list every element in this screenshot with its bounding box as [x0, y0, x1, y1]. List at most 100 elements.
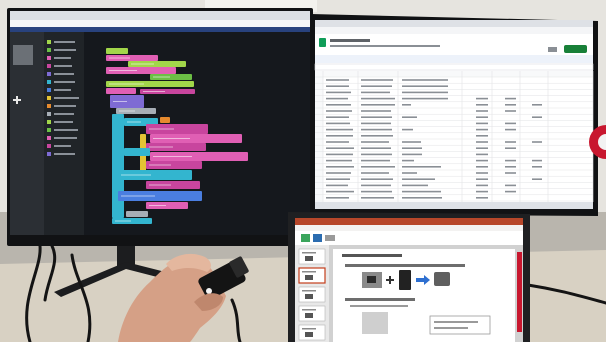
- category-label: [54, 113, 74, 115]
- cell-text: [361, 91, 390, 94]
- sheet-tabs-bar: [315, 202, 593, 209]
- cell-number: [505, 128, 516, 131]
- cell-text: [402, 104, 411, 106]
- cell-number: [505, 122, 516, 125]
- category-color-icon: [47, 56, 51, 60]
- cell-text: [402, 85, 448, 87]
- cell-text: [361, 166, 395, 168]
- category-color-icon: [47, 72, 51, 76]
- cell-text: [402, 172, 417, 174]
- cell-number: [476, 159, 488, 162]
- cell-text: [402, 79, 448, 81]
- cell-text: [402, 116, 417, 118]
- code-block-label: [149, 146, 173, 148]
- category-label: [54, 81, 75, 83]
- slide-bullet-1: [345, 264, 465, 267]
- cell-text: [361, 153, 392, 156]
- cell-text: [326, 85, 349, 87]
- cell-text: [402, 159, 414, 162]
- ribbon-green-icon: [301, 234, 310, 242]
- cell-text: [326, 135, 353, 137]
- cell-text: [326, 172, 351, 174]
- code-block-label: [149, 205, 166, 206]
- cell-text: [402, 91, 448, 94]
- cell-number: [476, 97, 488, 100]
- category-color-icon: [47, 152, 51, 156]
- code-block-label: [153, 76, 170, 78]
- cell-text: [361, 159, 390, 162]
- code-block-label: [149, 164, 171, 166]
- thumbnail-title: [302, 252, 316, 254]
- cell-number: [505, 147, 516, 149]
- code-block-label: [113, 101, 127, 102]
- cell-text: [361, 85, 392, 87]
- desk-workstation-photo: [0, 0, 606, 342]
- code-block-label: [149, 128, 174, 130]
- category-color-icon: [47, 112, 51, 116]
- cell-number: [532, 159, 542, 162]
- code-block: [124, 148, 150, 156]
- thumbnail-title: [302, 328, 316, 330]
- category-color-icon: [47, 80, 51, 84]
- cell-text: [361, 184, 391, 187]
- cell-text: [402, 184, 428, 187]
- ribbon-gray-icon: [325, 235, 335, 241]
- editor-category-panel: [44, 32, 84, 235]
- cell-number: [505, 97, 516, 100]
- cell-number: [505, 110, 516, 112]
- cell-text: [402, 190, 441, 193]
- cell-number: [532, 104, 542, 106]
- cell-text: [326, 128, 353, 131]
- sheet-browser-tabs: [315, 20, 593, 27]
- category-label: [54, 153, 75, 155]
- sheet-menu-bar: [330, 45, 440, 47]
- cell-text: [326, 197, 349, 199]
- code-block-label: [109, 70, 137, 71]
- code-block: [160, 117, 170, 123]
- formula-bar: [314, 63, 594, 71]
- cell-text: [361, 104, 395, 106]
- code-block-label: [119, 110, 135, 112]
- code-block-label: [121, 195, 155, 197]
- cell-text: [402, 128, 413, 131]
- cell-text: [326, 91, 351, 94]
- editor-header-bar: [10, 27, 310, 32]
- code-block-label: [109, 83, 144, 85]
- slide: [333, 249, 515, 342]
- cell-text: [361, 97, 395, 100]
- slide-text-box-line-1: [434, 321, 478, 323]
- cell-text: [402, 97, 448, 100]
- slide-image-photo: [362, 312, 388, 334]
- category-color-icon: [47, 104, 51, 108]
- cell-text: [326, 97, 348, 100]
- cell-text: [326, 104, 351, 106]
- share-button: [564, 45, 587, 53]
- cell-text: [361, 122, 391, 125]
- cell-number: [476, 104, 488, 106]
- cell-number: [476, 147, 488, 149]
- category-label: [54, 105, 76, 107]
- cell-number: [505, 166, 516, 168]
- category-label: [54, 129, 78, 131]
- slide-image-board-chip: [367, 276, 376, 283]
- slide-text-box-line-2: [434, 327, 468, 329]
- cell-text: [326, 178, 350, 180]
- cell-number: [505, 104, 516, 106]
- code-block-label: [149, 184, 171, 186]
- ribbon-blue-icon: [313, 234, 322, 242]
- left-monitor: [7, 8, 313, 246]
- cell-text: [361, 79, 393, 81]
- cell-text: [326, 141, 349, 143]
- cell-text: [361, 172, 389, 174]
- slide-title: [342, 254, 402, 257]
- cell-number: [476, 197, 488, 199]
- code-block-label: [121, 174, 151, 176]
- category-color-icon: [47, 40, 51, 44]
- code-block: [106, 48, 128, 54]
- laptop-screen-right-strip: [517, 252, 522, 332]
- laptop: [288, 212, 530, 342]
- cell-number: [476, 141, 488, 143]
- category-color-icon: [47, 64, 51, 68]
- category-color-icon: [47, 96, 51, 100]
- cell-text: [326, 153, 353, 156]
